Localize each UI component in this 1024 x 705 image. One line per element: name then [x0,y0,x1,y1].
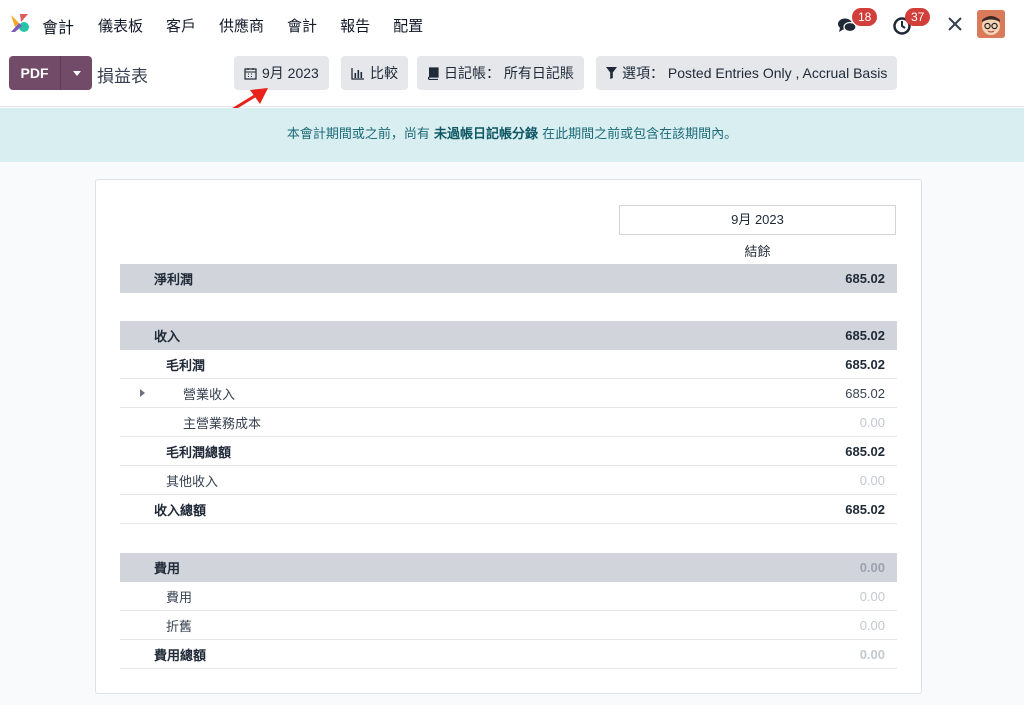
row-value: 685.02 [845,356,885,372]
row-label: 折舊 [166,619,193,635]
journal-filter-label: 日記帳： 所有日記賬 [444,65,574,81]
profit-loss-report: 9月 2023 結餘 淨利潤 685.02 收入 685.02 毛利潤 685.… [95,179,922,694]
expand-caret-icon[interactable] [140,389,145,397]
balance-column-header: 結餘 [744,245,771,260]
row-value: 0.00 [859,617,885,633]
row-value: 0.00 [859,646,885,662]
menu-item-dashboard[interactable]: 儀表板 [98,15,143,36]
row-label: 費用總額 [154,648,207,664]
user-avatar[interactable] [977,10,1005,38]
calendar-icon [244,67,257,80]
row-value: 0.00 [859,472,885,488]
row-gross-profit-total[interactable]: 毛利潤總額 685.02 [120,437,897,466]
activities-button[interactable]: 37 [892,8,936,38]
unposted-entries-link[interactable]: 未過帳日記帳分錄 [434,127,538,142]
row-label: 淨利潤 [154,273,194,288]
main-menu: 儀表板 客戶 供應商 會計 報告 配置 [98,15,446,36]
pdf-button[interactable]: PDF [9,56,60,90]
page-title: 損益表 [97,67,148,87]
options-filter-button[interactable]: 選項： Posted Entries Only , Accrual Basis [596,56,898,90]
top-navbar: 會計 儀表板 客戶 供應商 會計 報告 配置 18 37 [0,0,1024,47]
book-icon [427,66,439,80]
pdf-button-group: PDF [9,56,92,90]
row-value: 685.02 [845,271,885,286]
row-other-income[interactable]: 其他收入 0.00 [120,466,897,495]
alert-prefix: 本會計期間或之前，尚有 [286,127,434,142]
export-dropdown-button[interactable] [60,56,92,90]
row-label: 毛利潤 [166,358,206,374]
row-expenses-total[interactable]: 費用總額 0.00 [120,640,897,669]
messages-count-badge: 18 [852,8,878,26]
row-value: 685.02 [845,443,885,459]
row-value: 0.00 [859,588,885,604]
row-income[interactable]: 收入 685.02 [120,321,897,350]
menu-item-configuration[interactable]: 配置 [393,15,423,36]
row-gross-profit[interactable]: 毛利潤 685.02 [120,350,897,379]
compare-button[interactable]: 比較 [341,56,408,90]
row-expense[interactable]: 費用 0.00 [120,582,897,611]
accounting-app-icon[interactable] [9,12,31,34]
row-value: 685.02 [845,328,885,343]
row-label: 毛利潤總額 [166,445,232,461]
journal-filter-button[interactable]: 日記帳： 所有日記賬 [417,56,584,90]
options-filter-label: 選項： Posted Entries Only , Accrual Basis [622,65,888,81]
row-net-profit[interactable]: 淨利潤 685.02 [120,264,897,293]
row-operating-income[interactable]: 營業收入 685.02 [120,379,897,408]
date-filter-label: 9月 2023 [262,65,319,81]
row-label: 費用 [154,562,181,577]
unposted-entries-alert: 本會計期間或之前，尚有 未過帳日記帳分錄 在此期間之前或包含在該期間內。 [0,108,1024,162]
debug-tools-icon[interactable] [946,15,964,33]
app-name[interactable]: 會計 [42,14,74,38]
compare-label: 比較 [370,65,398,81]
row-label: 收入總額 [154,503,207,519]
row-value: 685.02 [845,501,885,517]
menu-item-accounting[interactable]: 會計 [287,15,317,36]
row-value: 685.02 [845,385,885,401]
control-panel: PDF 損益表 9月 2023 比較 日記帳： 所有日記賬 選項： Posted… [0,47,1024,107]
bar-chart-icon [351,67,364,80]
row-income-total[interactable]: 收入總額 685.02 [120,495,897,524]
row-label: 主營業務成本 [183,416,262,432]
menu-item-vendors[interactable]: 供應商 [219,15,264,36]
caret-down-icon [72,70,81,76]
menu-item-reporting[interactable]: 報告 [340,15,370,36]
row-expenses[interactable]: 費用 0.00 [120,553,897,582]
row-value: 0.00 [859,560,885,575]
avatar-face-icon [977,10,1005,38]
activities-count-badge: 37 [905,8,931,26]
period-column-header: 9月 2023 [619,205,896,235]
row-depreciation[interactable]: 折舊 0.00 [120,611,897,640]
messages-button[interactable]: 18 [836,8,878,38]
row-cost-of-revenue[interactable]: 主營業務成本 0.00 [120,408,897,437]
filter-icon [606,67,617,79]
row-label: 其他收入 [166,474,219,490]
row-label: 費用 [166,590,193,606]
row-value: 0.00 [859,414,885,430]
alert-suffix: 在此期間之前或包含在該期間內。 [538,127,738,142]
menu-item-customers[interactable]: 客戶 [166,15,196,36]
row-label: 收入 [154,330,181,345]
row-label: 營業收入 [183,387,236,403]
